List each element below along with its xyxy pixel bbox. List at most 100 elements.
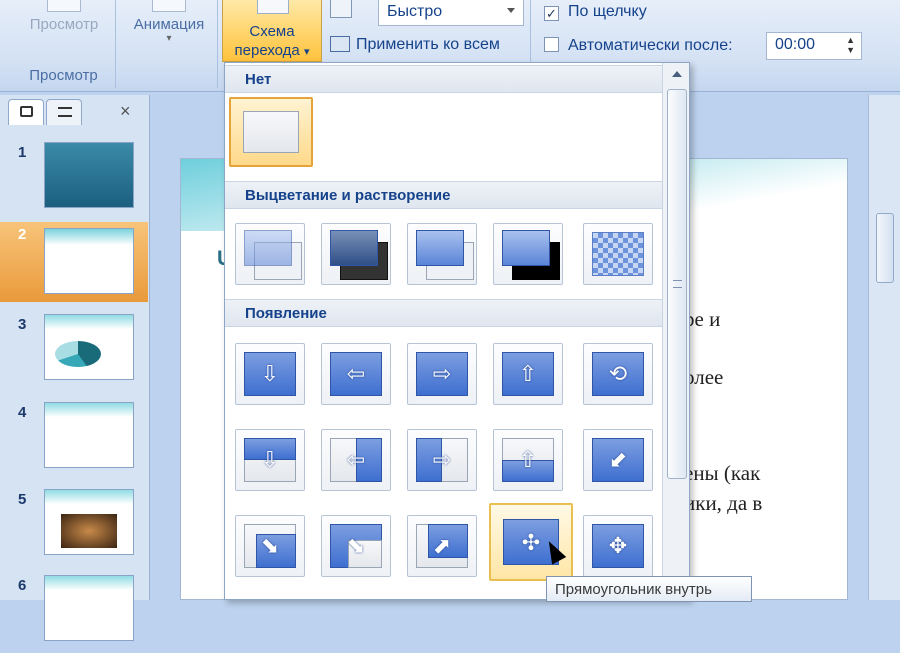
animation-button[interactable]: Анимация ▾ (124, 0, 214, 44)
arrow-down-icon: ⇩ (260, 447, 280, 472)
transition-speed-value: Быстро (387, 3, 443, 20)
transition-scheme-button[interactable]: Схема перехода ▾ (222, 0, 322, 62)
animation-button-label: Анимация (133, 16, 205, 33)
section-header-appear: Появление (225, 299, 662, 327)
grip-icon (673, 280, 682, 288)
transition-cover-left-up[interactable]: ⬊ (321, 515, 391, 577)
transition-push-right[interactable]: ⇨ (407, 429, 477, 491)
section-header-fade: Выцветание и растворение (225, 181, 662, 209)
slide-number: 5 (18, 491, 27, 508)
transition-wipe-left[interactable]: ⇦ (321, 343, 391, 405)
transition-cut-through-black[interactable] (493, 223, 563, 285)
chevron-down-icon (507, 8, 515, 13)
slide-thumbnail-2[interactable]: 2 (0, 222, 148, 302)
transition-cover-right-up[interactable]: ⬈ (407, 515, 477, 577)
on-click-label: По щелчку (568, 3, 647, 20)
apply-to-all-icon (330, 36, 350, 52)
slide-number: 2 (18, 226, 27, 243)
tab-slides[interactable] (8, 99, 44, 125)
transition-scheme-label-2: перехода ▾ (234, 42, 310, 59)
auto-after-checkbox[interactable]: Автоматически после: (544, 37, 733, 55)
preview-button-label: Просмотр (29, 16, 99, 33)
preview-icon (47, 0, 81, 12)
animation-group: Анимация ▾ (120, 0, 218, 88)
check-icon: ✓ (544, 6, 559, 21)
transition-scheme-icon (257, 0, 289, 14)
transition-dissolve[interactable] (583, 223, 653, 285)
slide-thumb-image (44, 402, 134, 468)
slide-front-icon (244, 230, 292, 266)
transition-cover-right-down[interactable]: ⬊ (235, 515, 305, 577)
arrow-down-right-icon: ⬊ (346, 533, 366, 558)
arrow-down-right-icon: ⬊ (260, 533, 280, 558)
preview-group-label: Просмотр (29, 67, 98, 84)
arrows-outward-icon: ✥ (608, 533, 628, 558)
checkbox-empty-icon (544, 37, 559, 52)
transition-push-down[interactable]: ⇩ (235, 429, 305, 491)
arrow-up-icon: ⇧ (518, 361, 538, 386)
transition-gallery: Нет Выцветание и растворение Появление ⇩… (224, 62, 690, 600)
outline-tab-icon (58, 107, 72, 117)
transition-sound-icon[interactable] (330, 0, 352, 18)
transition-box-in[interactable]: ✣ (489, 503, 573, 581)
slide-thumb-image (44, 142, 134, 208)
transition-cut[interactable] (407, 223, 477, 285)
preview-button[interactable]: Просмотр (20, 0, 108, 33)
arrow-left-icon: ⇦ (346, 361, 366, 386)
gallery-scroll-thumb[interactable] (667, 89, 687, 479)
slide-text-line-4: ики, да в (684, 491, 763, 515)
transition-wipe-right[interactable]: ⇨ (407, 343, 477, 405)
transition-wipe-up[interactable]: ⇧ (493, 343, 563, 405)
chevron-down-icon: ▾ (303, 46, 310, 58)
slide-number: 1 (18, 144, 27, 161)
slides-tab-icon (20, 106, 33, 117)
gallery-scrollbar[interactable] (662, 63, 689, 599)
slide-vertical-scrollbar[interactable] (868, 95, 900, 600)
transition-push-left[interactable]: ⇦ (321, 429, 391, 491)
scroll-up-icon[interactable] (672, 71, 682, 77)
slide-thumbnail-5[interactable]: 5 (0, 487, 148, 567)
slide-thumb-image (44, 489, 134, 555)
on-click-checkbox[interactable]: ✓ По щелчку (544, 3, 647, 21)
slide-text-line-3: ены (как (684, 461, 761, 485)
dissolve-pattern-icon (592, 232, 644, 276)
close-icon[interactable]: × (120, 101, 131, 122)
arrow-up-right-icon: ⬈ (432, 533, 452, 558)
transition-cover-left-down[interactable]: ⬋ (583, 429, 653, 491)
photo-thumbnail (61, 514, 117, 548)
transition-wipe-down[interactable]: ⇩ (235, 343, 305, 405)
transition-fade-smooth[interactable] (235, 223, 305, 285)
slide-thumbnail-3[interactable]: 3 (0, 312, 148, 392)
slide-thumbnail-4[interactable]: 4 (0, 400, 148, 480)
apply-to-all-button[interactable]: Применить ко всем (330, 36, 500, 54)
arrow-down-left-icon: ⬋ (608, 447, 628, 472)
transition-fade-through-black[interactable] (321, 223, 391, 285)
transition-none[interactable] (229, 97, 313, 167)
arrows-inward-icon: ✣ (521, 530, 541, 555)
slide-thumb-image (44, 314, 134, 380)
animation-arrow-icon: ▾ (166, 33, 172, 44)
slide-front-icon (330, 230, 378, 266)
transition-speed-combo[interactable]: Быстро (378, 0, 524, 26)
slide-thumbnail-6[interactable]: 6 (0, 573, 148, 653)
transition-box-out[interactable]: ✥ (583, 515, 653, 577)
transition-scheme-label-1: Схема (249, 23, 295, 40)
pie-chart-icon (55, 341, 101, 367)
arrow-left-icon: ⇦ (346, 447, 366, 472)
slide-thumbnail-1[interactable]: 1 (0, 140, 148, 220)
tab-outline[interactable] (46, 99, 82, 125)
scrollbar-thumb[interactable] (876, 213, 894, 283)
blank-slide-icon (243, 111, 299, 153)
transition-push-up[interactable]: ⇧ (493, 429, 563, 491)
arrow-down-icon: ⇩ (260, 361, 280, 386)
section-header-none: Нет (225, 65, 662, 93)
spinner-icon[interactable]: ▲ ▼ (846, 35, 855, 55)
slide-number: 4 (18, 404, 27, 421)
auto-after-label: Автоматически после: (568, 37, 733, 54)
animation-icon (152, 0, 186, 12)
auto-after-time-input[interactable]: 00:00 ▲ ▼ (766, 32, 862, 60)
arrow-right-icon: ⇨ (432, 447, 452, 472)
auto-after-time-value: 00:00 (775, 36, 816, 53)
slide-thumb-image (44, 228, 134, 294)
transition-wheel[interactable]: ⟲ (583, 343, 653, 405)
